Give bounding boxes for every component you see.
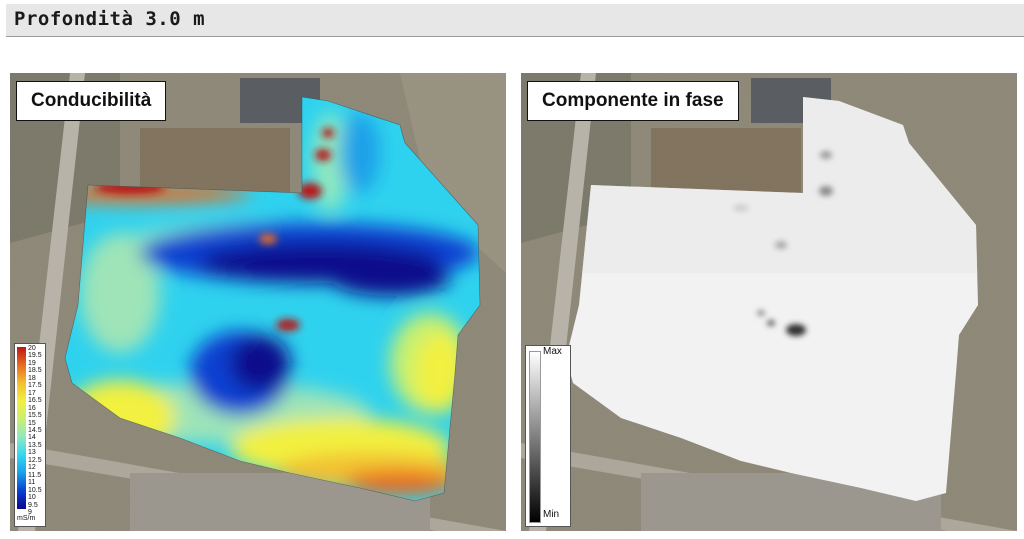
conductivity-tick-label: 18.5 <box>28 367 42 375</box>
conductivity-map-panel: Conducibilità 20 19.5 19 18.5 18 17.5 17 16.5 16… <box>10 73 506 531</box>
section-header: Profondità 3.0 m <box>6 4 1024 37</box>
conductivity-tick-label: 12.5 <box>28 456 42 464</box>
conductivity-tick-label: 13.5 <box>28 441 42 449</box>
conductivity-tick-label: 14.5 <box>28 427 42 434</box>
conductivity-legend: 20 19.5 19 18.5 18 17.5 17 16.5 16 15.5 15 14.5 14 13… <box>14 343 46 527</box>
conductivity-tick-label: 15 <box>28 419 36 427</box>
phase-map-panel: Componente in fase Max Min <box>521 73 1017 531</box>
conductivity-title: Conducibilità <box>16 81 167 121</box>
conductivity-tick-label: 19 <box>28 359 36 367</box>
conductivity-tick-label: 11.5 <box>28 471 42 479</box>
phase-map[interactable] <box>521 73 1017 531</box>
conductivity-tick-label: 14 <box>28 434 36 442</box>
phase-max-label: Max <box>543 346 562 357</box>
conductivity-tick-label: 17.5 <box>28 382 42 390</box>
phase-colorbar <box>529 351 541 523</box>
conductivity-tick-label: 13 <box>28 449 36 457</box>
conductivity-tick-label: 11 <box>28 479 36 487</box>
conductivity-tick-label: 15.5 <box>28 412 42 420</box>
conductivity-tick-label: 17 <box>28 389 36 397</box>
phase-legend: Max Min <box>525 345 571 527</box>
conductivity-tick-label: 16.5 <box>28 397 42 405</box>
conductivity-colorbar <box>17 347 26 509</box>
conductivity-tick-label: 19.5 <box>28 352 42 360</box>
phase-title: Componente in fase <box>527 81 739 121</box>
conductivity-tick-label: 12 <box>28 464 36 472</box>
conductivity-tick-label: 16 <box>28 404 36 412</box>
yard <box>651 128 801 198</box>
conductivity-tick-label: 20 <box>28 345 36 352</box>
conductivity-tick-label: 18 <box>28 374 36 382</box>
section-title: Profondità 3.0 m <box>14 8 206 30</box>
phase-min-label: Min <box>543 509 560 520</box>
conductivity-tick-label: 10.5 <box>28 486 42 494</box>
conductivity-map[interactable] <box>10 73 506 531</box>
conductivity-unit: mS/m <box>17 515 36 522</box>
conductivity-tick-label: 9.5 <box>28 501 38 509</box>
conductivity-tick-label: 10 <box>28 494 36 502</box>
